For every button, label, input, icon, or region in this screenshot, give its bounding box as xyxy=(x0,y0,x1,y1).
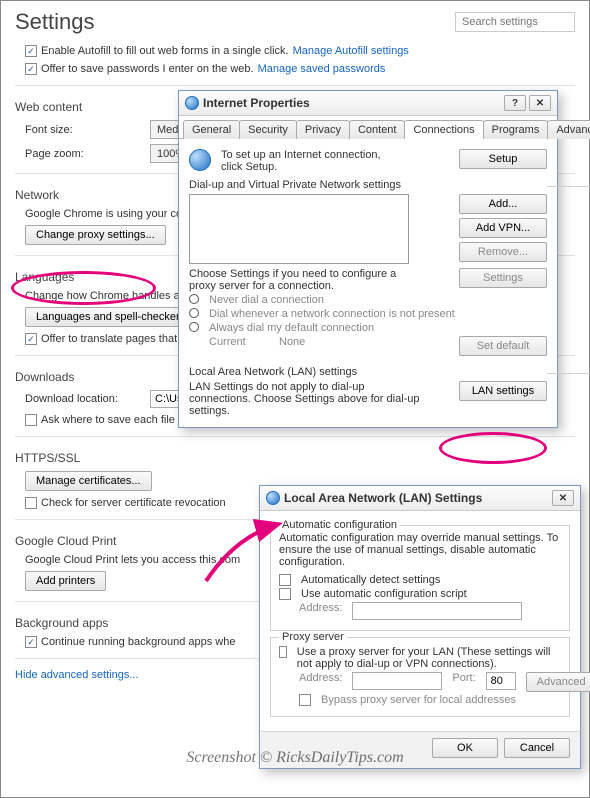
bypass-checkbox[interactable] xyxy=(299,694,311,706)
manage-passwords-link[interactable]: Manage saved passwords xyxy=(258,63,386,75)
tab-programs[interactable]: Programs xyxy=(483,120,549,139)
manage-autofill-link[interactable]: Manage Autofill settings xyxy=(293,45,409,57)
globe-icon xyxy=(189,149,211,171)
https-heading: HTTPS/SSL xyxy=(15,451,575,465)
network-desc: Google Chrome is using your co xyxy=(25,208,182,220)
passwords-label: Offer to save passwords I enter on the w… xyxy=(41,63,254,75)
auto-config-group: Automatic configuration Automatic config… xyxy=(270,525,570,631)
proxy-group: Proxy server Use a proxy server for your… xyxy=(270,637,570,717)
current-value: None xyxy=(279,336,305,348)
close-button[interactable]: ✕ xyxy=(552,490,574,506)
translate-label: Offer to translate pages that xyxy=(41,333,177,345)
tab-general[interactable]: General xyxy=(183,120,240,139)
help-button[interactable]: ? xyxy=(504,95,526,111)
conn-settings-button[interactable]: Settings xyxy=(459,268,547,288)
tab-content[interactable]: Content xyxy=(349,120,406,139)
autofill-label: Enable Autofill to fill out web forms in… xyxy=(41,45,289,57)
bypass-label: Bypass proxy server for local addresses xyxy=(321,694,516,706)
page-title: Settings xyxy=(15,9,95,35)
check-revocation-label: Check for server certificate revocation xyxy=(41,497,226,509)
proxy-address-input[interactable] xyxy=(352,672,442,690)
ask-save-checkbox[interactable] xyxy=(25,414,37,426)
advanced-button[interactable]: Advanced xyxy=(526,672,590,692)
search-input[interactable] xyxy=(455,12,575,32)
dial-when-radio[interactable] xyxy=(189,308,199,318)
dial-when-label: Dial whenever a network connection is no… xyxy=(209,308,455,320)
address-label: Address: xyxy=(299,602,342,614)
dialog-title: Local Area Network (LAN) Settings xyxy=(284,491,482,505)
tab-connections[interactable]: Connections xyxy=(404,120,483,139)
check-revocation-checkbox[interactable] xyxy=(25,497,37,509)
choose-desc: Choose Settings if you need to configure… xyxy=(189,268,424,292)
proxy-heading: Proxy server xyxy=(279,631,347,643)
translate-checkbox[interactable]: ✓ xyxy=(25,333,37,345)
remove-button[interactable]: Remove... xyxy=(459,242,547,262)
passwords-checkbox[interactable]: ✓ xyxy=(25,63,37,75)
always-dial-radio[interactable] xyxy=(189,322,199,332)
ok-button[interactable]: OK xyxy=(432,738,498,758)
tab-strip: General Security Privacy Content Connect… xyxy=(179,119,557,139)
cancel-button[interactable]: Cancel xyxy=(504,738,570,758)
setup-desc: To set up an Internet connection, click … xyxy=(221,149,401,173)
ask-save-label: Ask where to save each file b xyxy=(41,414,184,426)
proxy-address-label: Address: xyxy=(299,672,342,684)
zoom-label: Page zoom: xyxy=(25,148,140,160)
gcp-desc: Google Cloud Print lets you access this … xyxy=(25,554,240,566)
tab-advanced[interactable]: Advanced xyxy=(547,120,590,139)
auto-detect-checkbox[interactable] xyxy=(279,574,291,586)
never-dial-label: Never dial a connection xyxy=(209,294,324,306)
dialog-title: Internet Properties xyxy=(203,96,310,110)
lan-settings-button[interactable]: LAN settings xyxy=(459,381,547,401)
bg-label: Continue running background apps whe xyxy=(41,636,235,648)
never-dial-radio[interactable] xyxy=(189,294,199,304)
languages-desc: Change how Chrome handles ar xyxy=(25,290,183,302)
autofill-checkbox[interactable]: ✓ xyxy=(25,45,37,57)
auto-config-desc: Automatic configuration may override man… xyxy=(279,532,561,568)
set-default-button[interactable]: Set default xyxy=(459,336,547,356)
lan-heading: Local Area Network (LAN) settings xyxy=(189,366,357,378)
globe-icon xyxy=(266,491,280,505)
globe-icon xyxy=(185,96,199,110)
add-printers-button[interactable]: Add printers xyxy=(25,571,106,591)
manage-certs-button[interactable]: Manage certificates... xyxy=(25,471,152,491)
port-label: Port: xyxy=(452,672,475,684)
tab-security[interactable]: Security xyxy=(239,120,297,139)
port-input[interactable] xyxy=(486,672,516,690)
auto-script-checkbox[interactable] xyxy=(279,588,291,600)
dialup-heading: Dial-up and Virtual Private Network sett… xyxy=(189,179,401,191)
auto-config-heading: Automatic configuration xyxy=(279,519,400,531)
change-proxy-button[interactable]: Change proxy settings... xyxy=(25,225,166,245)
download-location-label: Download location: xyxy=(25,393,140,405)
current-label: Current xyxy=(209,336,269,348)
tab-privacy[interactable]: Privacy xyxy=(296,120,350,139)
connections-listbox[interactable] xyxy=(189,194,409,264)
use-proxy-label: Use a proxy server for your LAN (These s… xyxy=(297,646,561,670)
fontsize-label: Font size: xyxy=(25,124,140,136)
auto-detect-label: Automatically detect settings xyxy=(301,574,440,586)
add-button[interactable]: Add... xyxy=(459,194,547,214)
lan-settings-dialog: Local Area Network (LAN) Settings ✕ Auto… xyxy=(259,485,581,769)
bg-checkbox[interactable]: ✓ xyxy=(25,636,37,648)
always-dial-label: Always dial my default connection xyxy=(209,322,374,334)
add-vpn-button[interactable]: Add VPN... xyxy=(459,218,547,238)
languages-button[interactable]: Languages and spell-checker s xyxy=(25,307,199,327)
setup-button[interactable]: Setup xyxy=(459,149,547,169)
script-address-input[interactable] xyxy=(352,602,522,620)
auto-script-label: Use automatic configuration script xyxy=(301,588,467,600)
use-proxy-checkbox[interactable] xyxy=(279,646,287,658)
internet-properties-dialog: Internet Properties ? ✕ General Security… xyxy=(178,90,558,428)
lan-desc: LAN Settings do not apply to dial-up con… xyxy=(189,381,424,417)
close-button[interactable]: ✕ xyxy=(529,95,551,111)
